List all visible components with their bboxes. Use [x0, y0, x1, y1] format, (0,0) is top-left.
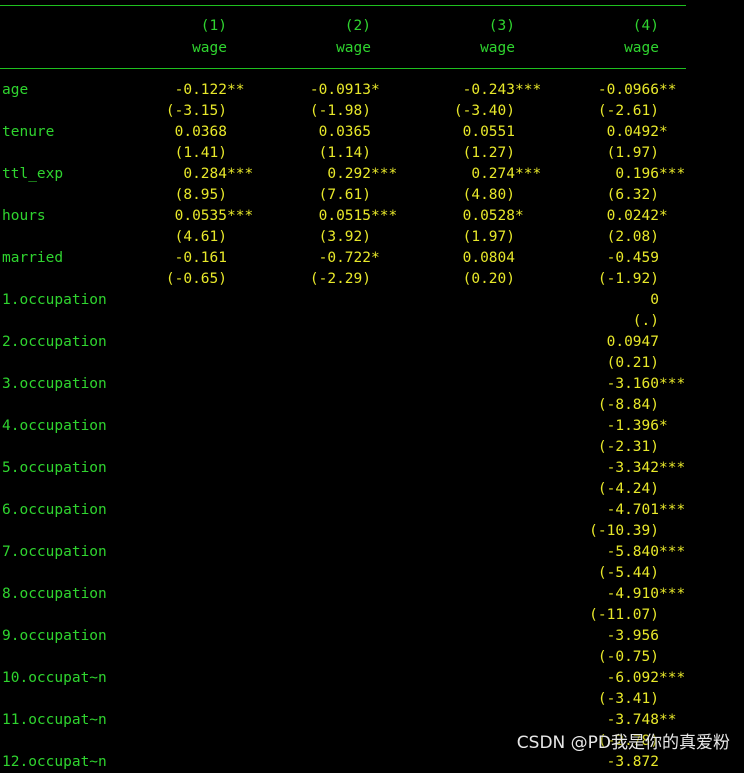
tstat-cell: (-1.92) [597, 271, 659, 287]
coef-cell: -0.122** [174, 82, 245, 98]
row-label: age [2, 82, 29, 98]
coef-cell: -3.872 [606, 754, 659, 770]
tstat-cell: (-8.84) [597, 397, 659, 413]
tstat-cell: (0.21) [606, 355, 659, 371]
coef-cell: -4.910*** [606, 586, 686, 602]
watermark: CSDN @PD我是你的真爱粉 [516, 733, 730, 753]
row-label: 11.occupat~n [2, 712, 107, 728]
coef-cell: 0 [650, 292, 659, 308]
row-label: hours [2, 208, 46, 224]
coef-cell: 0.0242* [606, 208, 668, 224]
row-label: 9.occupation [2, 628, 107, 644]
coef-cell: 0.292*** [327, 166, 398, 182]
coef-cell: 0.0528* [462, 208, 524, 224]
coef-cell: -0.722* [318, 250, 380, 266]
top-rule [0, 5, 686, 6]
tstat-cell: (1.14) [318, 145, 371, 161]
tstat-cell: (-0.65) [165, 271, 227, 287]
column-depvar: wage [336, 40, 371, 56]
tstat-cell: (-2.61) [597, 103, 659, 119]
row-label: 7.occupation [2, 544, 107, 560]
coef-cell: 0.0804 [462, 250, 515, 266]
coef-cell: -3.160*** [606, 376, 686, 392]
tstat-cell: (1.27) [462, 145, 515, 161]
coef-cell: 0.0368 [174, 124, 227, 140]
coef-cell: -5.840*** [606, 544, 686, 560]
tstat-cell: (3.92) [318, 229, 371, 245]
tstat-cell: (7.61) [318, 187, 371, 203]
tstat-cell: (6.32) [606, 187, 659, 203]
coef-cell: -3.342*** [606, 460, 686, 476]
coef-cell: 0.0365 [318, 124, 371, 140]
row-label: 2.occupation [2, 334, 107, 350]
tstat-cell: (-3.15) [165, 103, 227, 119]
coef-cell: 0.196*** [615, 166, 686, 182]
tstat-cell: (4.80) [462, 187, 515, 203]
coef-cell: -0.243*** [462, 82, 542, 98]
column-depvar: wage [480, 40, 515, 56]
row-label: 1.occupation [2, 292, 107, 308]
tstat-cell: (1.97) [606, 145, 659, 161]
tstat-cell: (-5.44) [597, 565, 659, 581]
tstat-cell: (-10.39) [589, 523, 659, 539]
tstat-cell: (2.08) [606, 229, 659, 245]
tstat-cell: (1.41) [174, 145, 227, 161]
coef-cell: -0.0913* [309, 82, 380, 98]
coef-cell: 0.0515*** [318, 208, 398, 224]
column-number: (2) [344, 18, 371, 34]
coef-cell: 0.274*** [471, 166, 542, 182]
coef-cell: -3.956 [606, 628, 659, 644]
coef-cell: 0.0535*** [174, 208, 254, 224]
coef-cell: -0.161 [174, 250, 227, 266]
row-label: 3.occupation [2, 376, 107, 392]
row-label: 5.occupation [2, 460, 107, 476]
column-number: (3) [488, 18, 515, 34]
tstat-cell: (-11.07) [589, 607, 659, 623]
coef-cell: 0.0551 [462, 124, 515, 140]
coef-cell: -0.0966** [597, 82, 677, 98]
coef-cell: -0.459 [606, 250, 659, 266]
row-label: 6.occupation [2, 502, 107, 518]
row-label: 8.occupation [2, 586, 107, 602]
coef-cell: 0.0947 [606, 334, 659, 350]
header-rule [0, 68, 686, 69]
coef-cell: 0.284*** [183, 166, 254, 182]
row-label: 12.occupat~n [2, 754, 107, 770]
tstat-cell: (0.20) [462, 271, 515, 287]
row-label: ttl_exp [2, 166, 64, 182]
row-label: married [2, 250, 64, 266]
tstat-cell: (-4.24) [597, 481, 659, 497]
tstat-cell: (-2.31) [597, 439, 659, 455]
tstat-cell: (-3.40) [453, 103, 515, 119]
tstat-cell: (-0.75) [597, 649, 659, 665]
coef-cell: -1.396* [606, 418, 668, 434]
column-depvar: wage [624, 40, 659, 56]
tstat-cell: (4.61) [174, 229, 227, 245]
coef-cell: -6.092*** [606, 670, 686, 686]
column-number: (4) [632, 18, 659, 34]
tstat-cell: (-1.98) [309, 103, 371, 119]
tstat-cell: (-2.29) [309, 271, 371, 287]
tstat-cell: (1.97) [462, 229, 515, 245]
column-depvar: wage [192, 40, 227, 56]
row-label: 4.occupation [2, 418, 107, 434]
coef-cell: -4.701*** [606, 502, 686, 518]
column-number: (1) [200, 18, 227, 34]
row-label: 10.occupat~n [2, 670, 107, 686]
row-label: tenure [2, 124, 55, 140]
coef-cell: 0.0492* [606, 124, 668, 140]
tstat-cell: (.) [632, 313, 659, 329]
tstat-cell: (-3.41) [597, 691, 659, 707]
tstat-cell: (8.95) [174, 187, 227, 203]
